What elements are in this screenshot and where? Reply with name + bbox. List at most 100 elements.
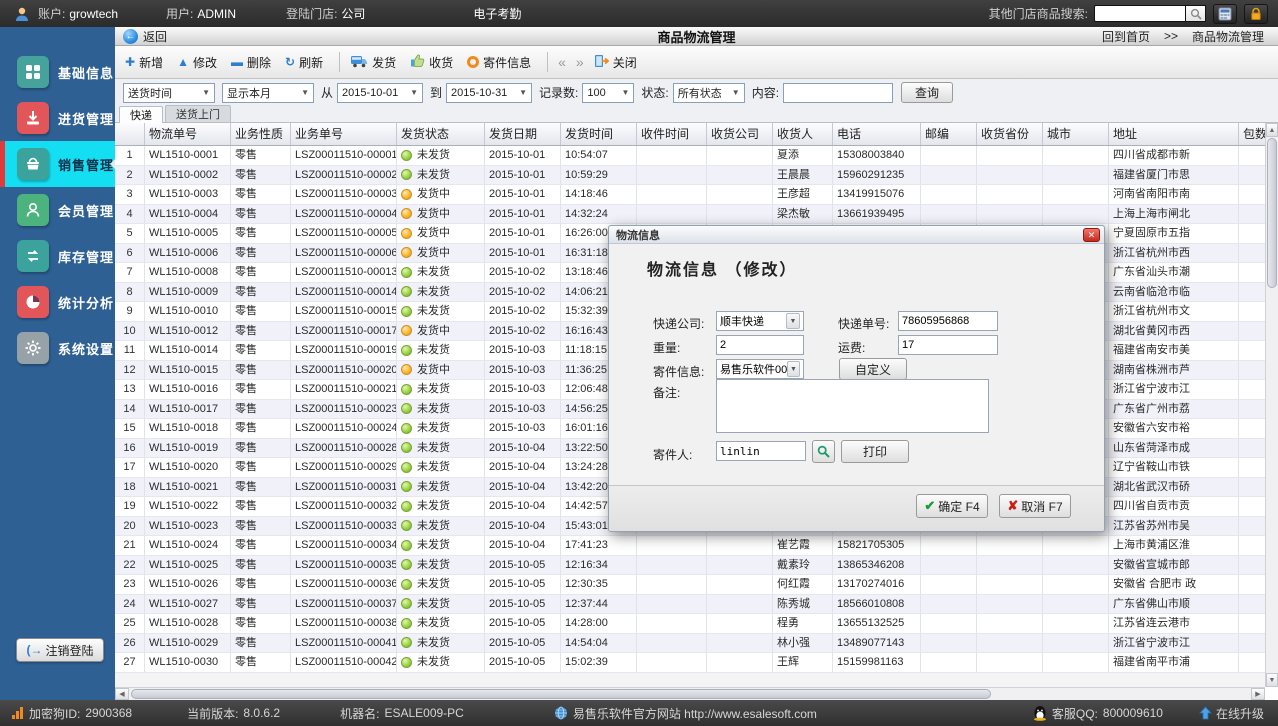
column-header[interactable]: 发货日期	[485, 123, 561, 145]
time-field-select[interactable]: 送货时间 ▼	[123, 82, 215, 103]
edit-button[interactable]: ▲ 修改	[177, 54, 217, 71]
courier-select[interactable]: 顺丰快递 ▼	[716, 311, 804, 331]
ok-button[interactable]: ✔ 确定 F4	[916, 494, 988, 518]
freight-input[interactable]	[898, 335, 998, 355]
official-site-link[interactable]: 易售乐软件官方网站 http://www.esalesoft.com	[573, 705, 817, 722]
table-row[interactable]: 27 WL1510-0030 零售 LSZ00011510-00042 未发货 2015-…	[115, 653, 1265, 673]
table-cell: 陈秀城	[773, 594, 833, 613]
content-input[interactable]	[783, 82, 894, 103]
table-row[interactable]: 22 WL1510-0025 零售 LSZ00011510-00035 未发货 2015-…	[115, 555, 1265, 575]
table-row[interactable]: 24 WL1510-0027 零售 LSZ00011510-00037 未发货 2015-…	[115, 594, 1265, 614]
status-select[interactable]: 所有状态 ▼	[672, 82, 745, 103]
table-row[interactable]: 2 WL1510-0002 零售 LSZ00011510-00002 未发货 2015-1…	[115, 165, 1265, 185]
close-icon[interactable]: ✕	[1083, 227, 1100, 242]
scroll-left-icon[interactable]: ◀	[115, 688, 129, 700]
logout-button[interactable]: (→ 注销登陆	[16, 638, 104, 662]
tab-express[interactable]: 快递	[119, 106, 163, 123]
query-button[interactable]: 查询	[901, 82, 954, 103]
next-page-icon[interactable]: »	[576, 54, 584, 70]
table-row[interactable]: 4 WL1510-0004 零售 LSZ00011510-00004 发货中 2015-1…	[115, 204, 1265, 224]
column-header[interactable]: 电话	[833, 123, 921, 145]
scroll-right-icon[interactable]: ▶	[1251, 688, 1265, 700]
column-header[interactable]: 邮编	[921, 123, 977, 145]
table-row[interactable]: 3 WL1510-0003 零售 LSZ00011510-00003 发货中 2015-1…	[115, 185, 1265, 205]
sidebar-item-members[interactable]: 会员管理	[0, 187, 115, 233]
from-date-picker[interactable]: 2015-10-01 ▼	[337, 82, 424, 103]
sidebar-item-stats[interactable]: 统计分析	[0, 279, 115, 325]
shop-search-input[interactable]	[1094, 5, 1186, 22]
home-link[interactable]: 回到首页	[1102, 28, 1150, 45]
receive-button[interactable]: 收货	[410, 53, 453, 71]
column-header[interactable]	[115, 123, 145, 145]
chevron-down-icon: ▼	[519, 88, 528, 97]
column-header[interactable]: 包数	[1239, 123, 1265, 145]
close-button[interactable]: 关闭	[594, 54, 637, 71]
tab-home-delivery[interactable]: 送货上门	[165, 105, 231, 122]
records-select[interactable]: 100 ▼	[582, 82, 635, 103]
column-header[interactable]: 业务单号	[291, 123, 397, 145]
weight-input[interactable]	[716, 335, 804, 355]
table-row[interactable]: 26 WL1510-0029 零售 LSZ00011510-00041 未发货 2015-…	[115, 633, 1265, 653]
table-cell: 零售	[231, 594, 291, 613]
qq-number: 800009610	[1102, 706, 1163, 720]
status-dot-icon	[401, 247, 412, 259]
sender-input[interactable]	[716, 441, 806, 461]
horizontal-scrollbar-thumb[interactable]	[131, 689, 991, 699]
column-header[interactable]: 地址	[1109, 123, 1239, 145]
refresh-icon: ↻	[285, 55, 296, 69]
add-button[interactable]: ✚ 新增	[125, 54, 163, 71]
attendance-link[interactable]: 电子考勤	[473, 5, 521, 22]
ship-button[interactable]: 发货	[350, 54, 396, 71]
print-button[interactable]: 打印	[841, 440, 909, 463]
column-header[interactable]: 发货状态	[397, 123, 485, 145]
table-cell: LSZ00011510-00032	[291, 497, 397, 516]
table-row[interactable]: 1 WL1510-0001 零售 LSZ00011510-00001 未发货 2015-1…	[115, 146, 1265, 166]
delete-button[interactable]: ▬ 删除	[231, 54, 271, 71]
column-header[interactable]: 收货公司	[707, 123, 773, 145]
column-header[interactable]: 业务性质	[231, 123, 291, 145]
table-cell: 2015-10-04	[485, 458, 561, 477]
horizontal-scrollbar[interactable]: ◀ ▶	[115, 687, 1265, 700]
search-icon[interactable]	[1186, 5, 1206, 22]
column-header[interactable]: 发货时间	[561, 123, 637, 145]
online-upgrade-link[interactable]: 在线升级	[1199, 705, 1264, 722]
sender-info-select[interactable]: 易售乐软件001 ▼	[716, 359, 804, 379]
back-icon[interactable]: ←	[123, 28, 138, 44]
period-select[interactable]: 显示本月 ▼	[222, 82, 314, 103]
refresh-button[interactable]: ↻ 刷新	[285, 54, 323, 71]
table-row[interactable]: 25 WL1510-0028 零售 LSZ00011510-00038 未发货 2015-…	[115, 614, 1265, 634]
purchase-icon	[17, 102, 49, 134]
vertical-scrollbar[interactable]: ▲ ▼	[1265, 123, 1278, 687]
custom-button[interactable]: 自定义	[839, 358, 907, 380]
vertical-scrollbar-thumb[interactable]	[1267, 138, 1277, 288]
column-header[interactable]: 收货人	[773, 123, 833, 145]
sidebar-item-sales[interactable]: 销售管理	[0, 141, 116, 187]
lock-icon[interactable]	[1244, 3, 1268, 24]
scroll-down-icon[interactable]: ▼	[1266, 673, 1278, 687]
column-header[interactable]: 收件时间	[637, 123, 707, 145]
ship-info-button[interactable]: 寄件信息	[467, 54, 531, 71]
sidebar-item-stock[interactable]: 库存管理	[0, 233, 115, 279]
column-header[interactable]: 城市	[1043, 123, 1109, 145]
table-row[interactable]: 23 WL1510-0026 零售 LSZ00011510-00036 未发货 2015-…	[115, 575, 1265, 595]
qq-icon	[1033, 706, 1046, 721]
cancel-button[interactable]: ✘ 取消 F7	[999, 494, 1071, 518]
table-row[interactable]: 21 WL1510-0024 零售 LSZ00011510-00034 未发货 2015-…	[115, 536, 1265, 556]
table-cell: LSZ00011510-00015	[291, 302, 397, 321]
column-header[interactable]: 物流单号	[145, 123, 231, 145]
calculator-icon[interactable]	[1213, 3, 1237, 24]
tracking-input[interactable]	[898, 311, 998, 331]
remark-textarea[interactable]	[716, 379, 989, 433]
to-date-picker[interactable]: 2015-10-31 ▼	[446, 82, 533, 103]
dialog-title-bar[interactable]: 物流信息 ✕	[609, 226, 1104, 244]
scroll-up-icon[interactable]: ▲	[1266, 123, 1278, 137]
table-cell: 2015-10-05	[485, 614, 561, 633]
lookup-magnifier-icon[interactable]	[812, 440, 835, 463]
column-header[interactable]: 收货省份	[977, 123, 1043, 145]
prev-page-icon[interactable]: «	[558, 54, 566, 70]
status-text: 未发货	[417, 558, 450, 571]
sidebar-item-settings[interactable]: 系统设置	[0, 325, 115, 371]
back-link[interactable]: 返回	[143, 28, 167, 45]
sidebar-item-purchase[interactable]: 进货管理	[0, 95, 115, 141]
sidebar-item-base-info[interactable]: 基础信息	[0, 49, 115, 95]
